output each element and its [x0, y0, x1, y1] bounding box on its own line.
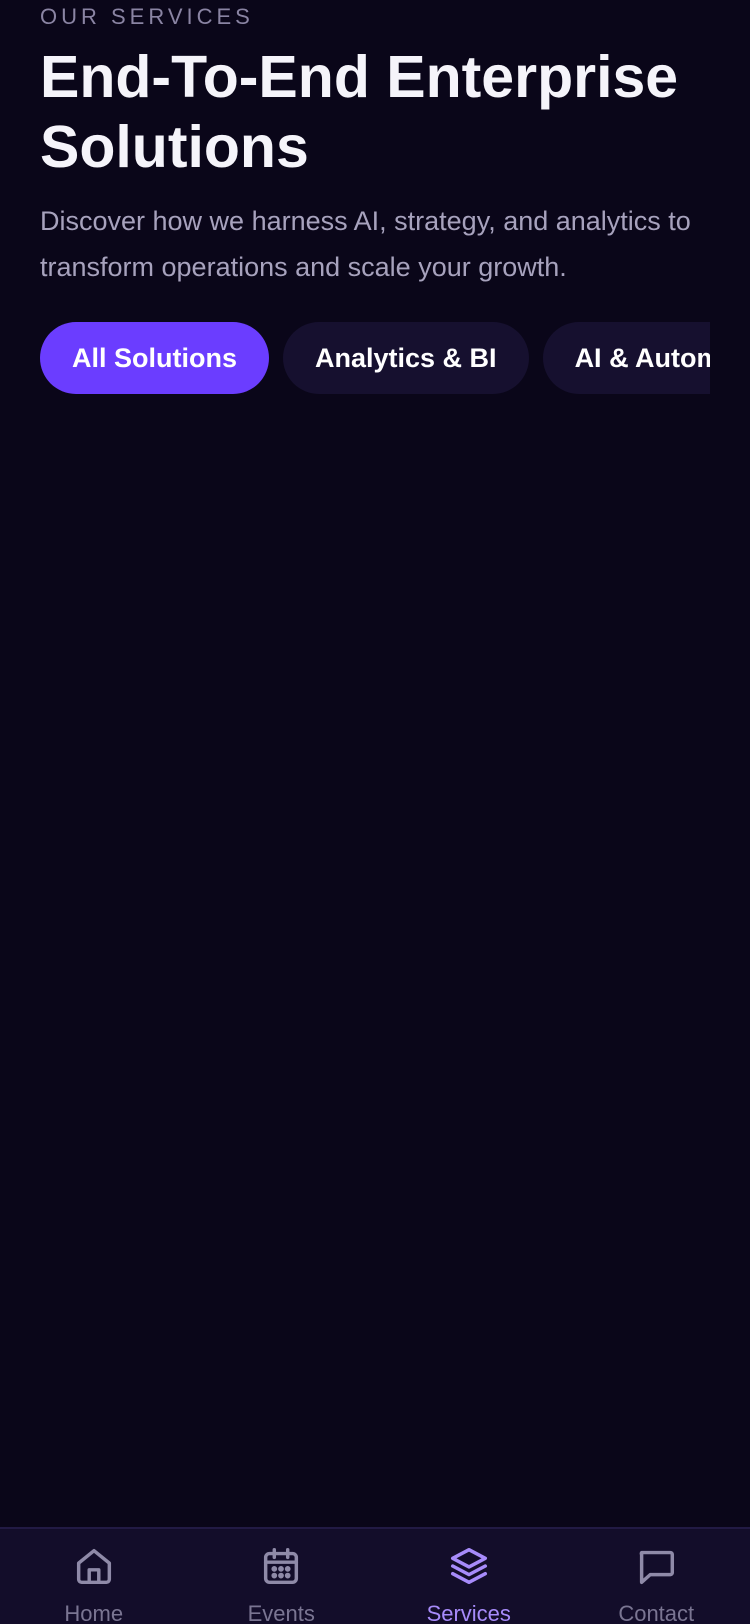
tab-events[interactable]: Events: [188, 1529, 376, 1624]
bottom-tab-bar: Home Events Services Contact: [0, 1527, 750, 1624]
filter-chip-analytics-bi[interactable]: Analytics & BI: [283, 322, 529, 394]
message-icon: [633, 1543, 679, 1589]
page-title: End-To-End Enterprise Solutions: [40, 44, 679, 180]
calendar-icon: [258, 1543, 304, 1589]
section-eyebrow: OUR SERVICES: [40, 4, 254, 29]
tab-home-label: Home: [64, 1601, 124, 1624]
tab-contact-label: Contact: [618, 1601, 695, 1624]
filter-chip-ai-automation[interactable]: AI & Automation: [542, 322, 710, 394]
tab-services[interactable]: Services: [375, 1529, 563, 1624]
filter-chip-all-solutions[interactable]: All Solutions: [40, 322, 269, 394]
tab-contact[interactable]: Contact: [563, 1529, 750, 1624]
tab-events-label: Events: [247, 1601, 315, 1624]
filter-chips[interactable]: All SolutionsAnalytics & BIAI & Automati…: [40, 322, 710, 394]
page-subtitle: Discover how we harness AI, strategy, an…: [40, 206, 691, 282]
tab-services-label: Services: [426, 1601, 511, 1624]
tab-home[interactable]: Home: [0, 1529, 188, 1624]
home-icon: [71, 1543, 117, 1589]
services-screen: OUR SERVICES End-To-End Enterprise Solut…: [0, 0, 750, 1527]
layers-icon: [446, 1543, 492, 1589]
